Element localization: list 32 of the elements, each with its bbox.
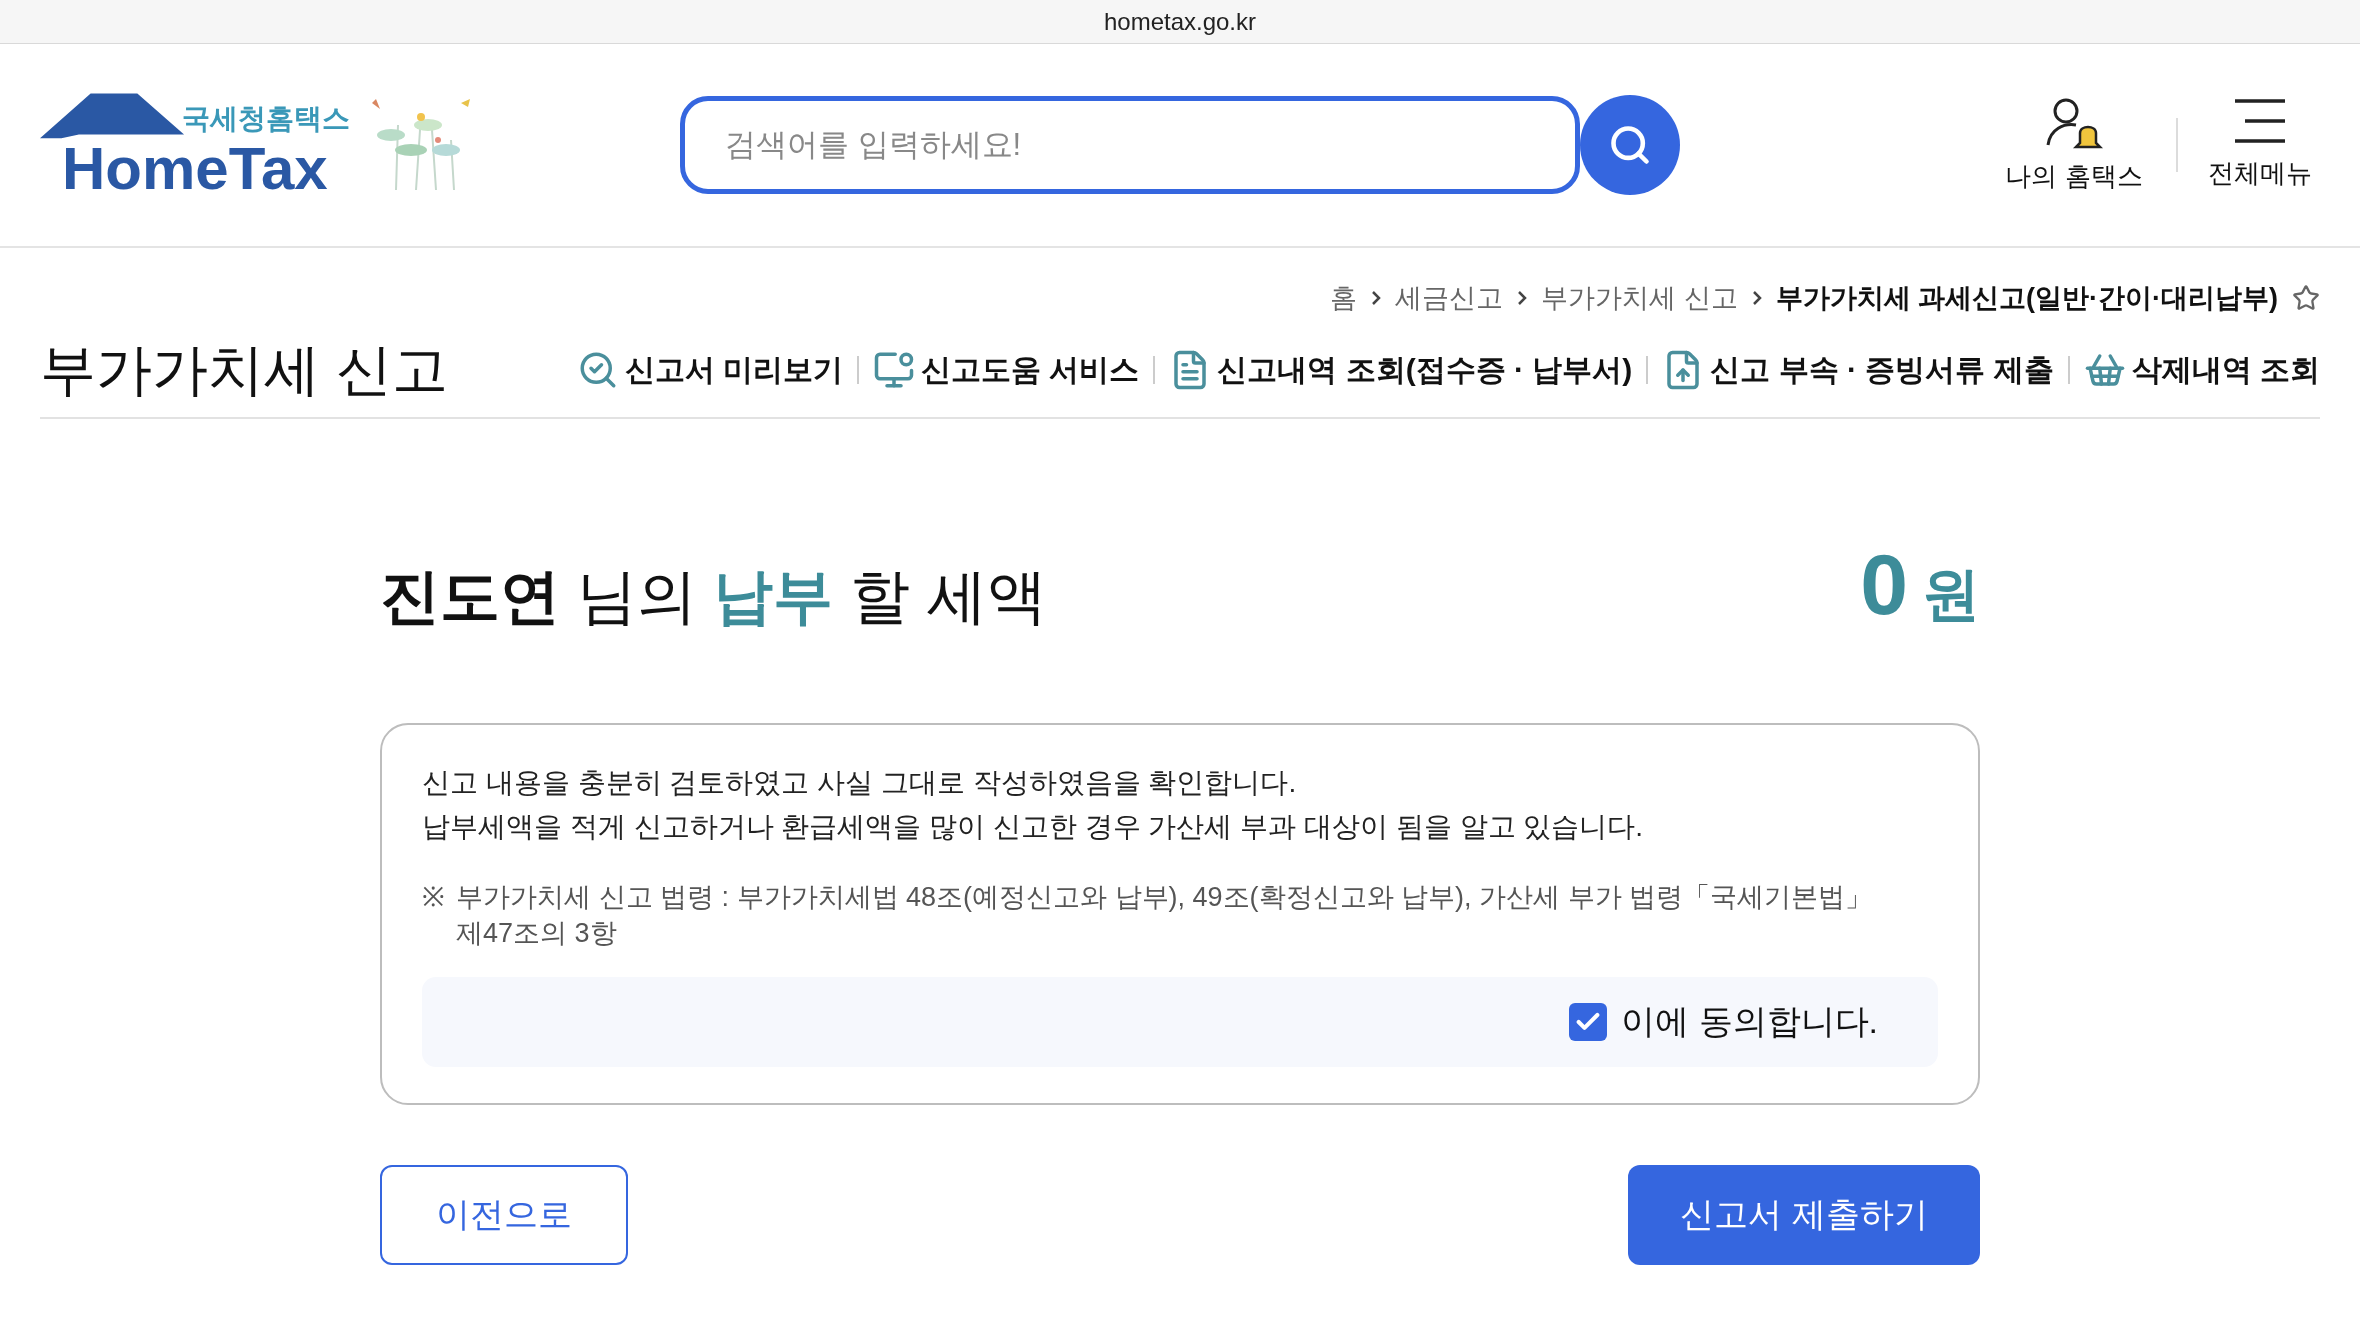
quick-link[interactable]: 신고 부속 · 증빙서류 제출 [1662, 347, 2054, 392]
search-icon [1608, 123, 1652, 167]
chevron-icon [1517, 290, 1527, 307]
submit-button[interactable]: 신고서 제출하기 [1628, 1164, 1980, 1265]
breadcrumb-link[interactable]: 부가가치세 과세신고(일반·간이·대리납부) [1775, 278, 2278, 319]
quick-link[interactable]: 신고내역 조회(접수증 · 납부서) [1169, 347, 1633, 392]
logo-title[interactable]: HomeTax [62, 139, 350, 199]
agree-checkbox[interactable]: 이에 동의합니다. [1569, 996, 1878, 1047]
favorite-star-icon[interactable] [2292, 284, 2320, 313]
my-hometax-button[interactable]: 나의 홈택스 [1994, 94, 2154, 196]
all-menu-button[interactable]: 전체메뉴 [2200, 97, 2320, 193]
back-button[interactable]: 이전으로 [380, 1164, 628, 1265]
quick-link[interactable]: 신고서 미리보기 [576, 347, 843, 392]
breadcrumb-link[interactable]: 홈 [1330, 278, 1357, 319]
tax-amount-heading: 진도연 님의 납부 할 세액 [380, 566, 1047, 627]
search-field[interactable]: 검색어를 입력하세요! [680, 96, 1580, 194]
tax-amount: 0 [1860, 540, 1908, 627]
chevron-icon [1371, 290, 1381, 307]
law-note: 부가가치세 신고 법령 : 부가가치세법 48조(예정신고와 납부), 49조(확정신고와 납부), 가산세 부가 법령「국세기본법」 제47조의 3항 [456, 880, 1874, 950]
currency-unit: 원 [1922, 564, 1980, 623]
confirmation-text: 납부세액을 적게 신고하거나 환급세액을 많이 신고한 경우 가산세 부과 대상이 됨을 알고 있습니다. [422, 809, 1645, 844]
note-mark: ※ [422, 880, 446, 914]
confirmation-text: 신고 내용을 충분히 검토하였고 사실 그대로 작성하였음을 확인합니다. [422, 765, 1298, 800]
quick-link[interactable]: 신고도움 서비스 [873, 347, 1140, 392]
checkbox[interactable] [1569, 1002, 1608, 1041]
breadcrumb-link[interactable]: 부가가치세 신고 [1541, 278, 1738, 319]
page-title: 부가가치세 신고 [40, 336, 448, 403]
quick-link[interactable]: 삭제내역 조회 [2083, 347, 2320, 392]
chevron-icon [1751, 290, 1762, 307]
url-text[interactable]: hometax.go.kr [1103, 3, 1257, 40]
menu-icon [2233, 97, 2287, 144]
breadcrumb-link[interactable]: 세금신고 [1395, 278, 1503, 319]
